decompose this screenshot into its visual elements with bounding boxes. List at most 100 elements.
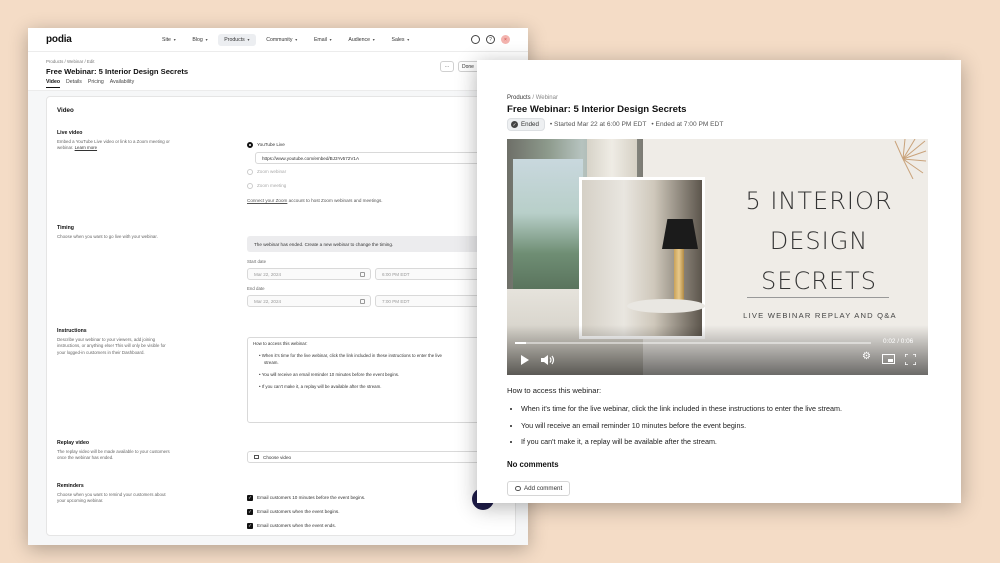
start-date-value: Mar 22, 2024 <box>254 271 282 277</box>
radio-youtube-live[interactable] <box>247 142 253 148</box>
breadcrumb-products[interactable]: Products <box>507 95 531 101</box>
picture-in-picture-icon[interactable] <box>882 354 895 364</box>
bullet-text: When it's time for the live webinar, cli… <box>261 353 442 358</box>
lamp-shade <box>662 219 698 249</box>
connect-zoom-text: Connect your Zoom account to host Zoom w… <box>247 198 383 203</box>
play-icon[interactable] <box>521 355 529 365</box>
bullet-text: You will receive an email reminder 10 mi… <box>261 372 400 377</box>
progress-fill <box>515 342 526 344</box>
reminder-ends-label: Email customers when the event ends. <box>257 523 336 528</box>
nav-audience[interactable]: Audience ▼ <box>342 34 381 46</box>
chevron-down-icon: ▼ <box>204 38 209 42</box>
nav-sales[interactable]: Sales ▼ <box>386 34 416 46</box>
nav-blog[interactable]: Blog ▼ <box>186 34 214 46</box>
sunburst-decoration <box>894 139 927 179</box>
chat-icon[interactable] <box>471 35 480 44</box>
status-label: Ended <box>521 121 539 128</box>
instructions-bullet: • You will receive an email reminder 10 … <box>259 372 400 377</box>
help-icon[interactable]: ? <box>486 35 495 44</box>
nav-label: Sales <box>391 37 405 43</box>
video-icon <box>254 455 259 459</box>
description-line: once the webinar has ended. <box>57 455 114 461</box>
nav-community[interactable]: Community ▼ <box>260 34 304 46</box>
avatar[interactable]: × <box>501 35 510 44</box>
volume-icon[interactable] <box>541 355 555 365</box>
reminder-checkbox-ends[interactable]: ✓ <box>247 523 253 529</box>
learn-more-link[interactable]: Learn more <box>75 145 97 150</box>
preview-window: Products / Webinar Free Webinar: 5 Inter… <box>477 60 961 503</box>
breadcrumb-webinar[interactable]: Webinar <box>536 95 558 101</box>
reminder-checkbox-before[interactable]: ✓ <box>247 495 253 501</box>
instructions-heading: How to access this webinar: <box>253 341 308 346</box>
end-date-label: End date <box>247 286 265 291</box>
reminder-before-label: Email customers 10 minutes before the ev… <box>257 495 366 500</box>
started-time: • Started Mar 22 at 6:00 PM EDT <box>549 121 647 128</box>
nav-label: Blog <box>192 37 203 43</box>
breadcrumb: Products / Webinar <box>507 95 558 101</box>
start-date-input[interactable]: Mar 22, 2024 <box>247 268 371 280</box>
page-title: Free Webinar: 5 Interior Design Secrets <box>46 67 189 76</box>
chevron-down-icon: ▼ <box>294 38 298 42</box>
nav-label: Site <box>162 37 171 43</box>
main-nav: Site ▼ Blog ▼ Products ▼ Community ▼ Email ▼ … <box>156 34 420 46</box>
nav-site[interactable]: Site ▼ <box>156 34 182 46</box>
chevron-down-icon: ▼ <box>372 38 376 42</box>
webinar-title: Free Webinar: 5 Interior Design Secrets <box>507 104 687 115</box>
tab-video[interactable]: Video <box>46 79 61 88</box>
nav-products[interactable]: Products ▼ <box>218 34 257 46</box>
chevron-down-icon: ▼ <box>246 38 251 42</box>
tab-details[interactable]: Details <box>66 79 82 88</box>
option-zoom-meeting: Zoom meeting <box>257 183 287 188</box>
video-divider <box>747 297 889 298</box>
comment-icon <box>515 486 521 491</box>
top-navigation: podia Site ▼ Blog ▼ Products ▼ Community ▼ E… <box>28 28 528 52</box>
radio-zoom-webinar[interactable] <box>247 169 253 175</box>
option-youtube-live: YouTube Live <box>257 142 285 147</box>
instructions-bullet: • If you can't make it, a replay will be… <box>259 384 382 389</box>
calendar-icon <box>360 299 365 304</box>
nav-label: Audience <box>348 37 371 43</box>
product-tabs: Video Details Pricing Availability <box>46 79 134 88</box>
reminder-checkbox-begins[interactable]: ✓ <box>247 509 253 515</box>
connect-zoom-link[interactable]: Connect your Zoom <box>247 198 287 203</box>
editor-window: podia Site ▼ Blog ▼ Products ▼ Community ▼ E… <box>28 28 528 545</box>
add-comment-label: Add comment <box>524 485 563 492</box>
tab-pricing[interactable]: Pricing <box>88 79 104 88</box>
instructions-label: Instructions <box>57 328 87 334</box>
video-progress-bar[interactable] <box>515 342 871 344</box>
video-subheading: LIVE WEBINAR REPLAY AND Q&A <box>743 311 897 320</box>
option-zoom-webinar: Zoom webinar <box>257 169 287 174</box>
nav-label: Products <box>224 37 245 43</box>
replay-video-label: Replay video <box>57 440 90 446</box>
video-player[interactable]: 5 INTERIOR DESIGN SECRETS LIVE WEBINAR R… <box>507 139 928 375</box>
end-date-value: Mar 22, 2024 <box>254 298 282 304</box>
calendar-icon <box>360 272 365 277</box>
video-settings-card: Video Live video Embed a YouTube Live vi… <box>46 96 517 536</box>
end-date-input[interactable]: Mar 22, 2024 <box>247 295 371 307</box>
how-to-access-heading: How to access this webinar: <box>507 386 602 395</box>
list-item: If you can't make it, a replay will be a… <box>521 438 842 447</box>
nav-email[interactable]: Email ▼ <box>308 34 338 46</box>
replay-description: The replay video will be made available … <box>57 449 170 462</box>
radio-zoom-meeting[interactable] <box>247 183 253 189</box>
reminder-begins-label: Email customers when the event begins. <box>257 509 340 514</box>
ended-time: • Ended at 7:00 PM EDT <box>651 121 724 128</box>
tab-availability[interactable]: Availability <box>110 79 134 88</box>
controls-gradient <box>507 325 928 375</box>
live-video-label: Live video <box>57 130 83 136</box>
start-date-label: Start date <box>247 259 267 264</box>
settings-icon[interactable]: ⚙ <box>862 351 871 363</box>
status-badge: ✓ Ended <box>507 118 545 131</box>
add-comment-button[interactable]: Add comment <box>507 481 571 496</box>
breadcrumb[interactable]: Products / Webinar / Edit <box>46 59 94 64</box>
choose-video-label: Choose video <box>263 454 292 460</box>
description-line: your logged-in customers in their Dashbo… <box>57 349 145 355</box>
list-item: You will receive an email reminder 10 mi… <box>521 421 842 431</box>
instructions-list: When it's time for the live webinar, cli… <box>521 404 842 455</box>
timing-description: Choose when you want to go live with you… <box>57 234 158 239</box>
podia-logo[interactable]: podia <box>46 34 72 45</box>
fullscreen-icon[interactable] <box>905 354 916 365</box>
video-heading: 5 INTERIOR DESIGN SECRETS <box>745 187 893 295</box>
instructions-bullet: • When it's time for the live webinar, c… <box>259 353 442 358</box>
more-options-button[interactable]: ··· <box>440 61 454 72</box>
